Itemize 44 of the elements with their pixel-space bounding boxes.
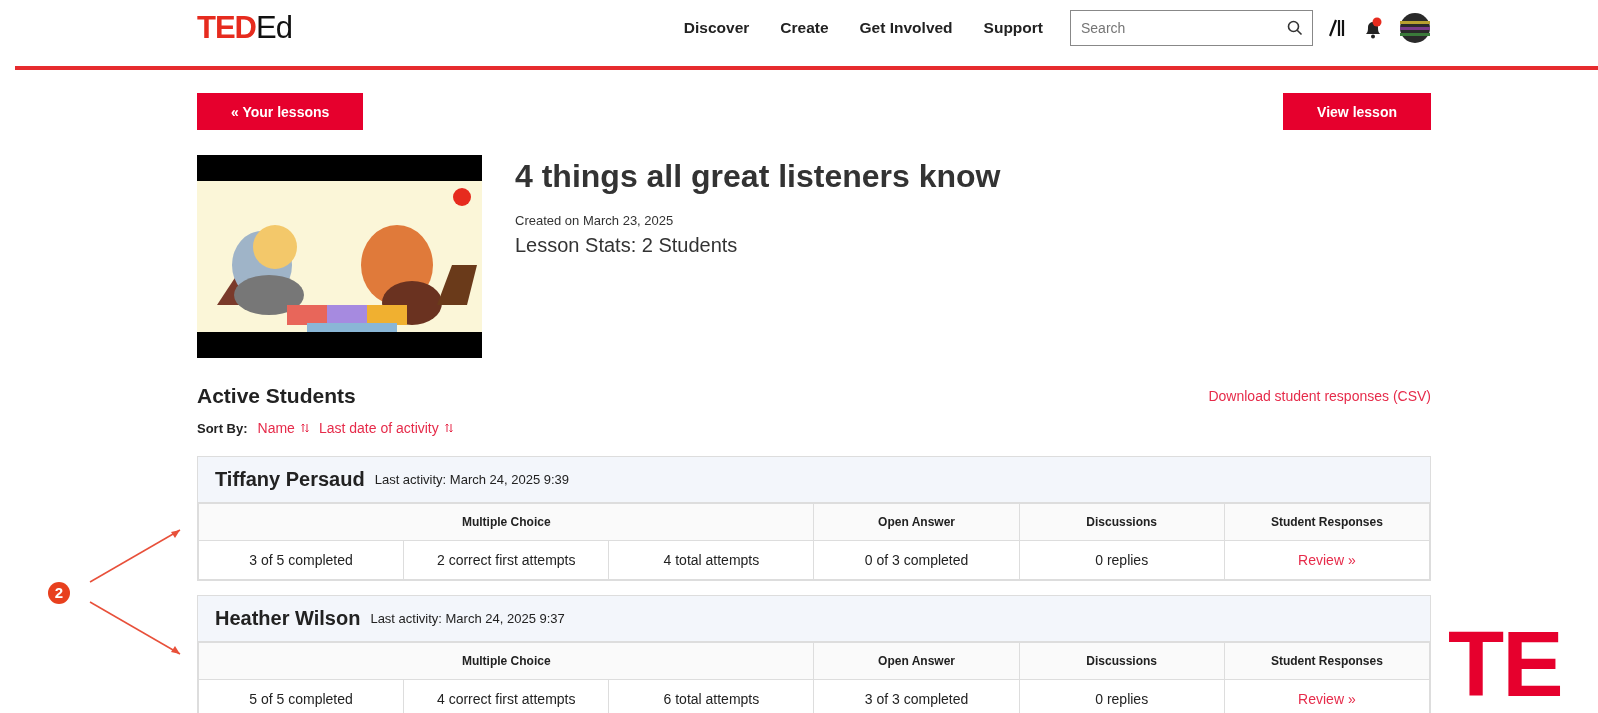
- table-cell: 2 correct first attempts: [403, 540, 609, 580]
- sort-arrows-icon[interactable]: [300, 423, 309, 433]
- review-link[interactable]: Review »: [1298, 691, 1356, 707]
- back-to-lessons-button[interactable]: « Your lessons: [197, 93, 364, 130]
- avatar-icon[interactable]: [1399, 12, 1431, 44]
- last-activity: Last activity: March 24, 2025 9:39: [374, 472, 570, 487]
- review-link[interactable]: Review »: [1298, 552, 1356, 568]
- slash-bars-icon[interactable]: [1329, 19, 1347, 37]
- notification-bell-icon[interactable]: [1363, 17, 1383, 39]
- sort-label: Sort By:: [197, 420, 248, 436]
- view-lesson-button[interactable]: View lesson: [1283, 93, 1431, 130]
- column-header: Student Responses: [1224, 503, 1430, 541]
- column-header: Open Answer: [813, 503, 1020, 541]
- table-cell: 0 replies: [1019, 540, 1225, 580]
- nav-link[interactable]: Create: [780, 19, 829, 37]
- lesson-title: 4 things all great listeners know: [515, 158, 1001, 195]
- last-activity: Last activity: March 24, 2025 9:37: [370, 611, 565, 626]
- column-header: Multiple Choice: [198, 503, 814, 541]
- table-cell: 5 of 5 completed: [198, 679, 404, 713]
- table-cell: 4 total attempts: [608, 540, 814, 580]
- table-cell: 3 of 5 completed: [198, 540, 404, 580]
- lesson-stats: Lesson Stats: 2 Students: [515, 234, 739, 257]
- column-header: Multiple Choice: [198, 642, 814, 680]
- ted-ed-logo[interactable]: TEDEd: [197, 10, 292, 46]
- sort-link[interactable]: Name: [257, 420, 295, 436]
- column-header: Discussions: [1019, 642, 1225, 680]
- column-header: Discussions: [1019, 503, 1225, 541]
- download-link[interactable]: Download student responses (CSV): [1208, 388, 1431, 404]
- student-name: Heather Wilson: [215, 607, 361, 630]
- nav-link[interactable]: Discover: [683, 19, 750, 37]
- sort-arrows-icon[interactable]: [444, 423, 453, 433]
- sort-link[interactable]: Last date of activity: [318, 420, 439, 436]
- nav-link[interactable]: Get Involved: [859, 19, 953, 37]
- ted-logo: TE: [1448, 618, 1563, 710]
- table-cell: 0 of 3 completed: [813, 540, 1020, 580]
- column-header: Open Answer: [813, 642, 1020, 680]
- search-icon[interactable]: [1287, 20, 1303, 36]
- section-heading: Active Students: [197, 384, 356, 408]
- nav-link[interactable]: Support: [983, 19, 1043, 37]
- column-header: Student Responses: [1224, 642, 1430, 680]
- created-date: Created on March 23, 2025: [515, 213, 675, 228]
- student-name: Tiffany Persaud: [215, 468, 365, 491]
- callout-badge: 2: [48, 582, 70, 604]
- search-field[interactable]: Search: [1070, 10, 1313, 46]
